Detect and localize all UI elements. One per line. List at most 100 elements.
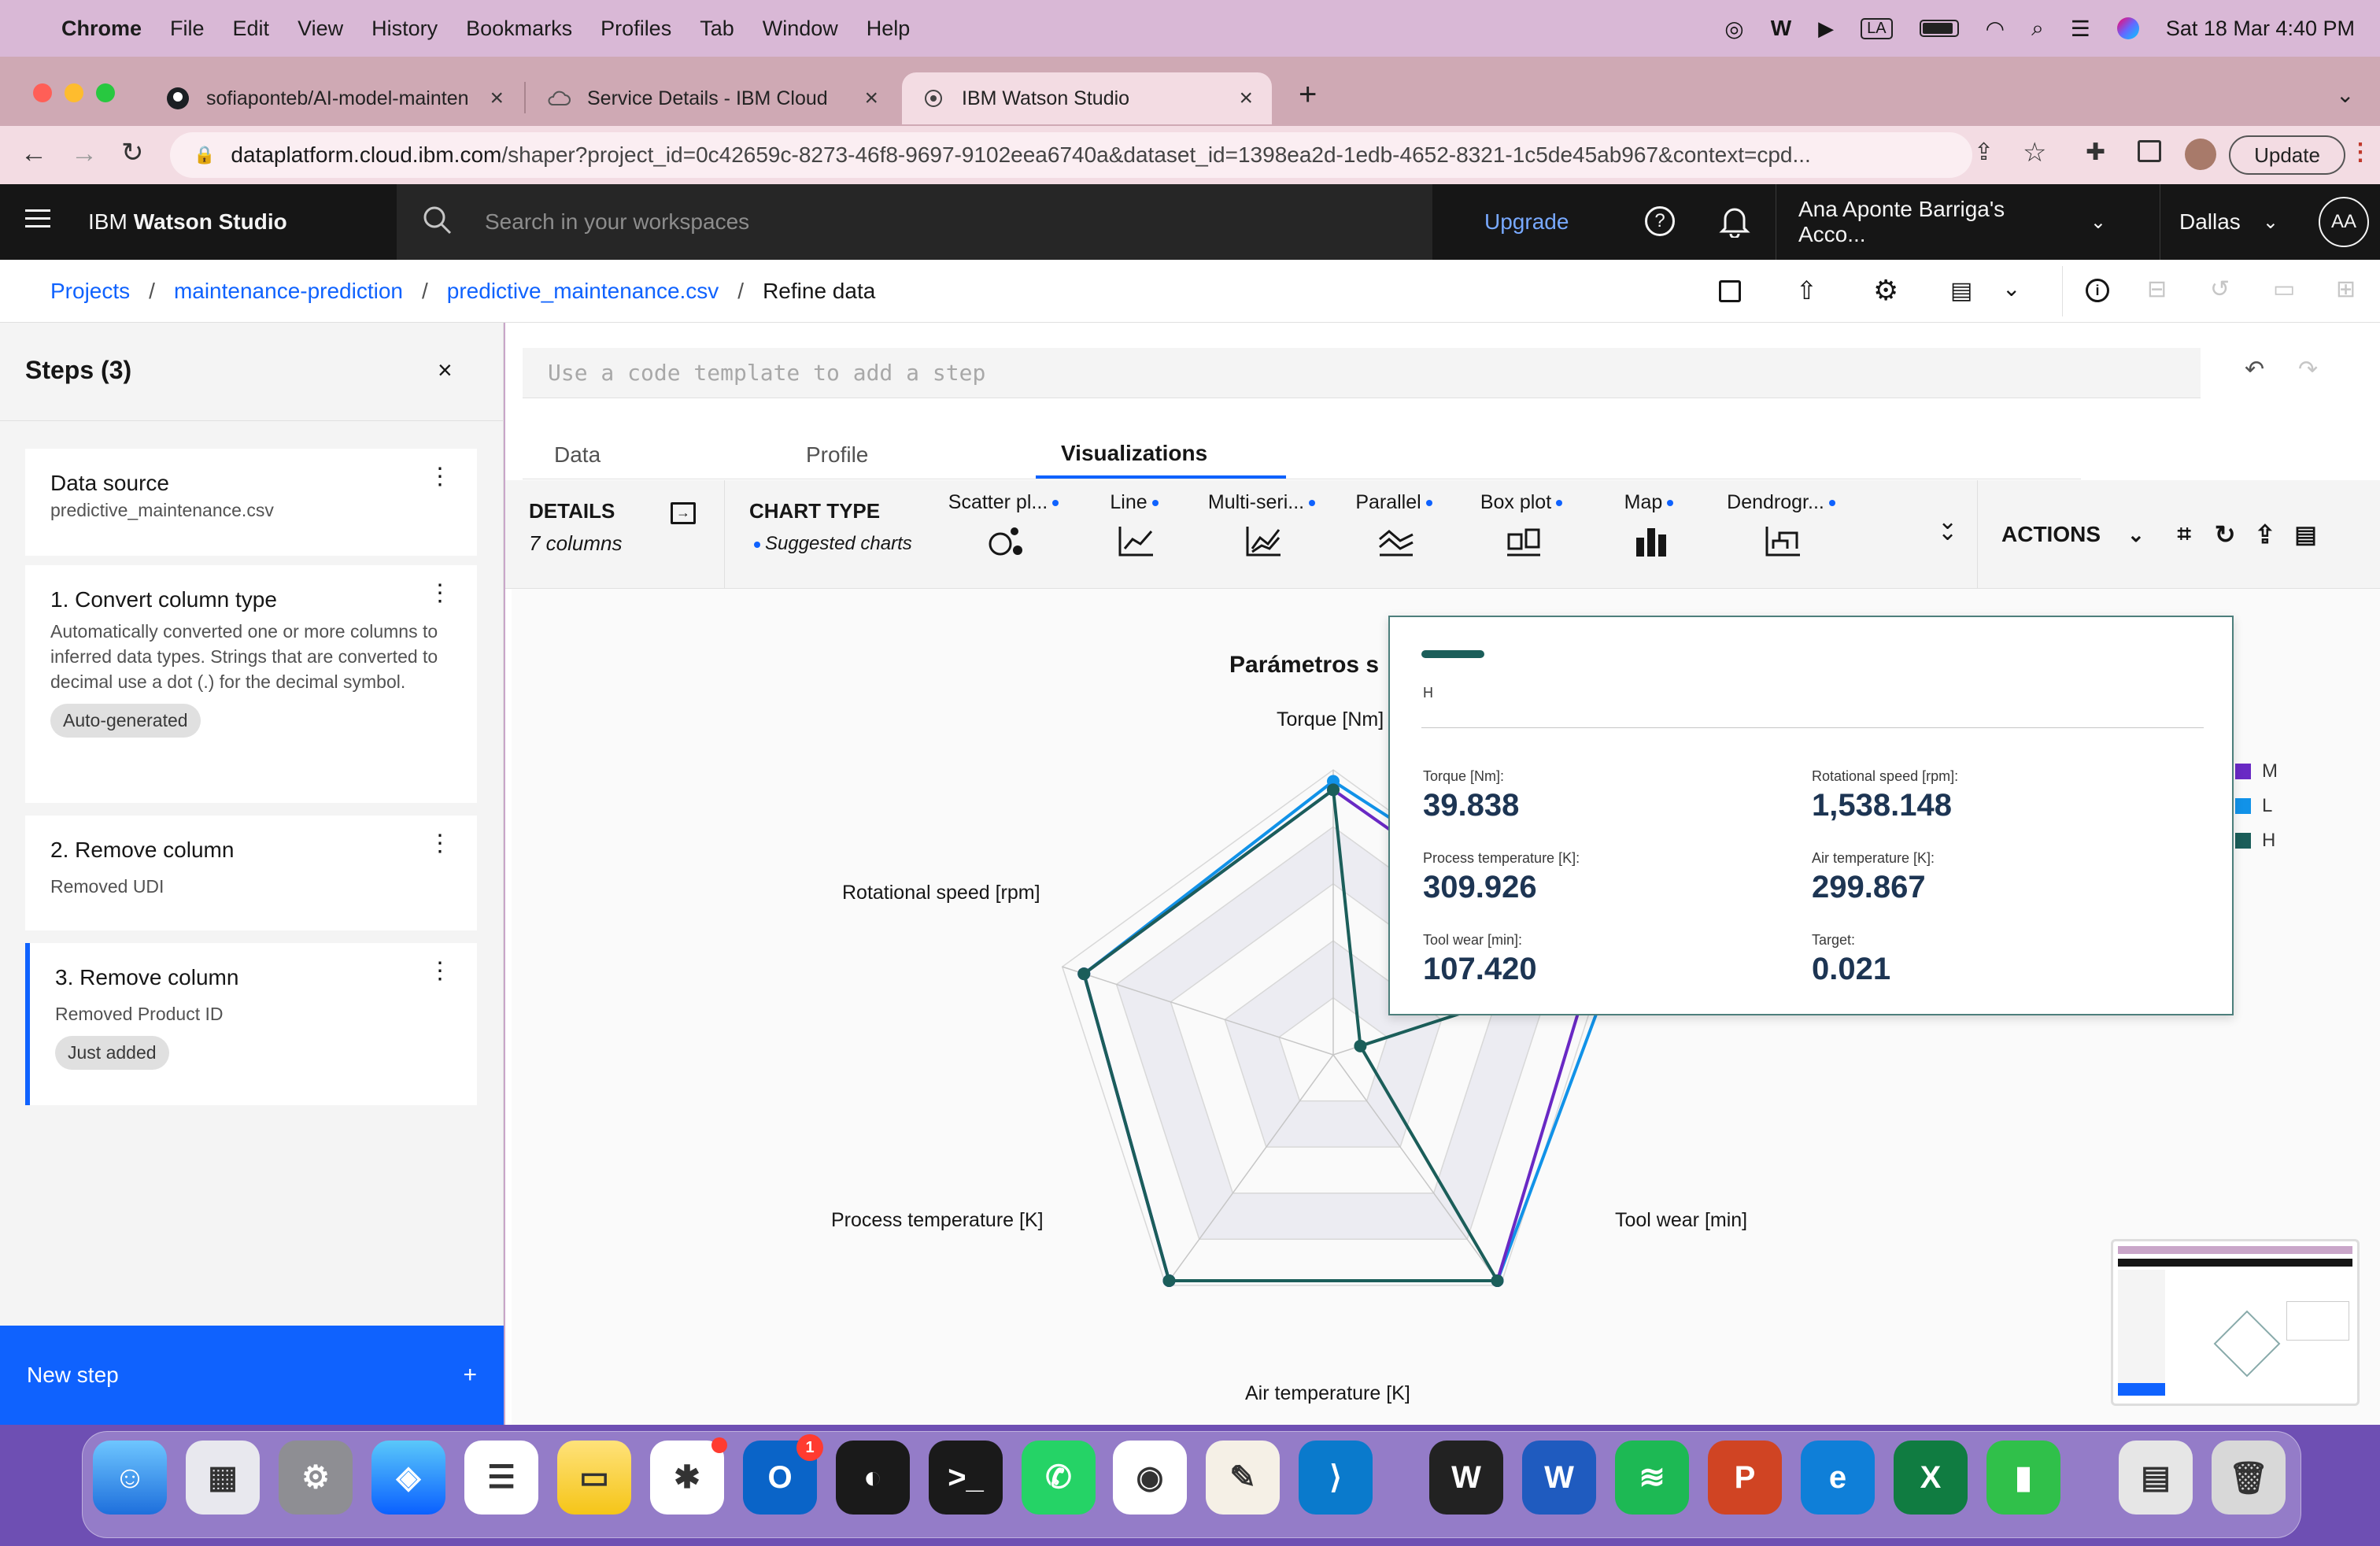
window-close-button[interactable]	[33, 83, 52, 102]
info-icon[interactable]: i	[2086, 279, 2109, 302]
chrome-update-button[interactable]: Update	[2229, 135, 2345, 175]
breadcrumb-project[interactable]: maintenance-prediction	[174, 279, 403, 304]
workspace-search-input[interactable]: Search in your workspaces	[397, 184, 1432, 260]
upgrade-link[interactable]: Upgrade	[1484, 184, 1569, 260]
dock-edge-icon[interactable]: e	[1801, 1441, 1875, 1515]
extension-icon[interactable]: W	[1771, 16, 1791, 41]
account-switcher[interactable]: Ana Aponte Barriga's Acco... ⌄	[1776, 184, 2106, 260]
overflow-menu-icon[interactable]: ⋮	[428, 582, 452, 605]
upload-icon[interactable]: ⇪	[2255, 520, 2276, 549]
chart-type-multi-series[interactable]: Multi-seri...	[1201, 491, 1327, 558]
control-center-icon[interactable]: ☰	[2071, 16, 2090, 42]
dock-chrome-icon[interactable]: ◉	[1113, 1441, 1187, 1515]
tab-close-icon[interactable]: ×	[864, 85, 878, 112]
overflow-menu-icon[interactable]: ⋮	[428, 960, 452, 983]
more-chart-types-chevron-icon[interactable]: ⌄ ⌄	[1938, 510, 1957, 545]
forward-icon[interactable]: →	[71, 139, 98, 169]
share-icon[interactable]: ⇪	[1974, 139, 1994, 166]
help-icon[interactable]: ?	[1645, 206, 1675, 236]
step-card-remove-column-udi[interactable]: 2. Remove column Removed UDI ⋮	[25, 816, 477, 930]
back-icon[interactable]: ←	[20, 139, 47, 169]
spotlight-search-icon[interactable]: ⌕	[2031, 16, 2044, 42]
dock-outlook-icon[interactable]: O1	[743, 1434, 823, 1515]
play-icon[interactable]: ▶	[1818, 17, 1834, 41]
tab-profile[interactable]: Profile	[806, 431, 868, 479]
screenshot-thumbnail[interactable]	[2111, 1239, 2360, 1406]
dock-camera-icon[interactable]: ◐	[836, 1441, 910, 1515]
data-point-h[interactable]	[1491, 1274, 1504, 1288]
siri-icon[interactable]	[2116, 17, 2139, 39]
flow-icon[interactable]: ⊟	[2147, 276, 2167, 303]
dock-spotify-icon[interactable]: ≋	[1615, 1441, 1689, 1515]
step-card-remove-column-product-id[interactable]: 3. Remove column Removed Product ID Just…	[25, 943, 477, 1105]
region-selector[interactable]: Dallas ⌄	[2160, 184, 2298, 260]
overflow-menu-icon[interactable]: ⋮	[428, 832, 452, 856]
browser-tab-watson-studio[interactable]: IBM Watson Studio ×	[902, 72, 1272, 124]
address-bar[interactable]: 🔒 dataplatform.cloud.ibm.com /shaper?pro…	[170, 132, 1972, 178]
dock-word-icon[interactable]: W	[1522, 1441, 1596, 1515]
dock-notes-icon[interactable]: ▭	[557, 1441, 631, 1515]
chart-type-scatter[interactable]: Scatter pl...	[943, 491, 1069, 558]
data-point-h[interactable]	[1327, 783, 1340, 797]
battery-icon[interactable]	[1919, 20, 1959, 37]
browser-tab-ibm-cloud[interactable]: Service Details - IBM Cloud ×	[527, 72, 897, 124]
dock-numbers-icon[interactable]: ▮	[1986, 1441, 2060, 1515]
settings-gear-icon[interactable]: ⚙	[1873, 274, 1898, 307]
actions-menu[interactable]: ACTIONS ⌄ ⌗ ↻ ⇪ ▤	[1977, 480, 2380, 589]
extensions-icon[interactable]: ✚	[2086, 139, 2105, 166]
menu-history[interactable]: History	[371, 17, 438, 41]
undo-icon[interactable]: ↶	[2245, 356, 2264, 383]
new-tab-icon[interactable]: +	[1299, 77, 1317, 113]
grid-icon[interactable]: ⊞	[2336, 276, 2356, 303]
data-point-h[interactable]	[1162, 1274, 1176, 1288]
breadcrumb-projects[interactable]: Projects	[50, 279, 130, 304]
browser-tab-github[interactable]: sofiaponteb/AI-model-mainten ×	[146, 72, 523, 124]
tab-close-icon[interactable]: ×	[1239, 85, 1253, 112]
menu-profiles[interactable]: Profiles	[601, 17, 671, 41]
history-icon[interactable]: ↺	[2210, 276, 2230, 303]
close-panel-icon[interactable]: ×	[438, 356, 453, 385]
menu-window[interactable]: Window	[763, 17, 838, 41]
dock-finder-icon[interactable]: ☺	[93, 1441, 167, 1515]
menu-edit[interactable]: Edit	[233, 17, 270, 41]
legend-item-h[interactable]: H	[2235, 830, 2275, 852]
comment-icon[interactable]: ▭	[2273, 276, 2295, 303]
refresh-icon[interactable]: ↻	[2215, 520, 2236, 549]
sync-icon[interactable]: ◎	[1724, 16, 1743, 42]
sidebar-icon[interactable]	[2138, 140, 2161, 162]
tag-icon[interactable]: ⌗	[2178, 521, 2191, 548]
details-section[interactable]: DETAILS 7 columns	[529, 499, 623, 556]
export-icon[interactable]: ⇧	[1796, 276, 1817, 305]
menu-view[interactable]: View	[298, 17, 343, 41]
code-template-input[interactable]: Use a code template to add a step	[523, 348, 2201, 398]
search-icon[interactable]	[422, 205, 453, 236]
overflow-menu-icon[interactable]: ⋮	[428, 465, 452, 489]
dock-textedit-icon[interactable]: ✎	[1206, 1441, 1280, 1515]
tab-search-chevron-icon[interactable]: ⌄	[2336, 82, 2354, 108]
legend-item-l[interactable]: L	[2235, 795, 2272, 817]
window-minimize-button[interactable]	[65, 83, 83, 102]
wifi-icon[interactable]: ◠	[1986, 16, 2005, 42]
chart-type-box-plot[interactable]: Box plot	[1461, 491, 1587, 558]
legend-item-m[interactable]: M	[2235, 760, 2278, 782]
menubar-clock[interactable]: Sat 18 Mar 4:40 PM	[2166, 17, 2355, 41]
menu-file[interactable]: File	[170, 17, 205, 41]
dock-powerpoint-icon[interactable]: P	[1708, 1441, 1782, 1515]
chart-type-map[interactable]: Map	[1588, 491, 1714, 558]
menu-help[interactable]: Help	[867, 17, 911, 41]
job-schedule-icon[interactable]: ▤	[1950, 277, 1972, 305]
dock-webex-icon[interactable]: W	[1429, 1441, 1503, 1515]
step-card-data-source[interactable]: Data source predictive_maintenance.csv ⋮	[25, 449, 477, 556]
chart-settings-icon[interactable]: ▤	[2294, 521, 2316, 549]
dock-excel-icon[interactable]: X	[1894, 1441, 1968, 1515]
chart-type-dendrogram[interactable]: Dendrogr...	[1720, 491, 1846, 558]
window-zoom-button[interactable]	[96, 83, 115, 102]
chart-type-line[interactable]: Line	[1074, 491, 1199, 558]
chrome-menu-icon[interactable]: ⋮	[2349, 139, 2372, 166]
notification-bell-icon[interactable]	[1719, 205, 1750, 238]
product-brand[interactable]: IBM Watson Studio	[88, 184, 287, 260]
tab-close-icon[interactable]: ×	[490, 85, 504, 112]
data-point-h[interactable]	[1077, 967, 1091, 981]
breadcrumb-dataset[interactable]: predictive_maintenance.csv	[447, 279, 719, 304]
tab-data[interactable]: Data	[554, 431, 601, 479]
